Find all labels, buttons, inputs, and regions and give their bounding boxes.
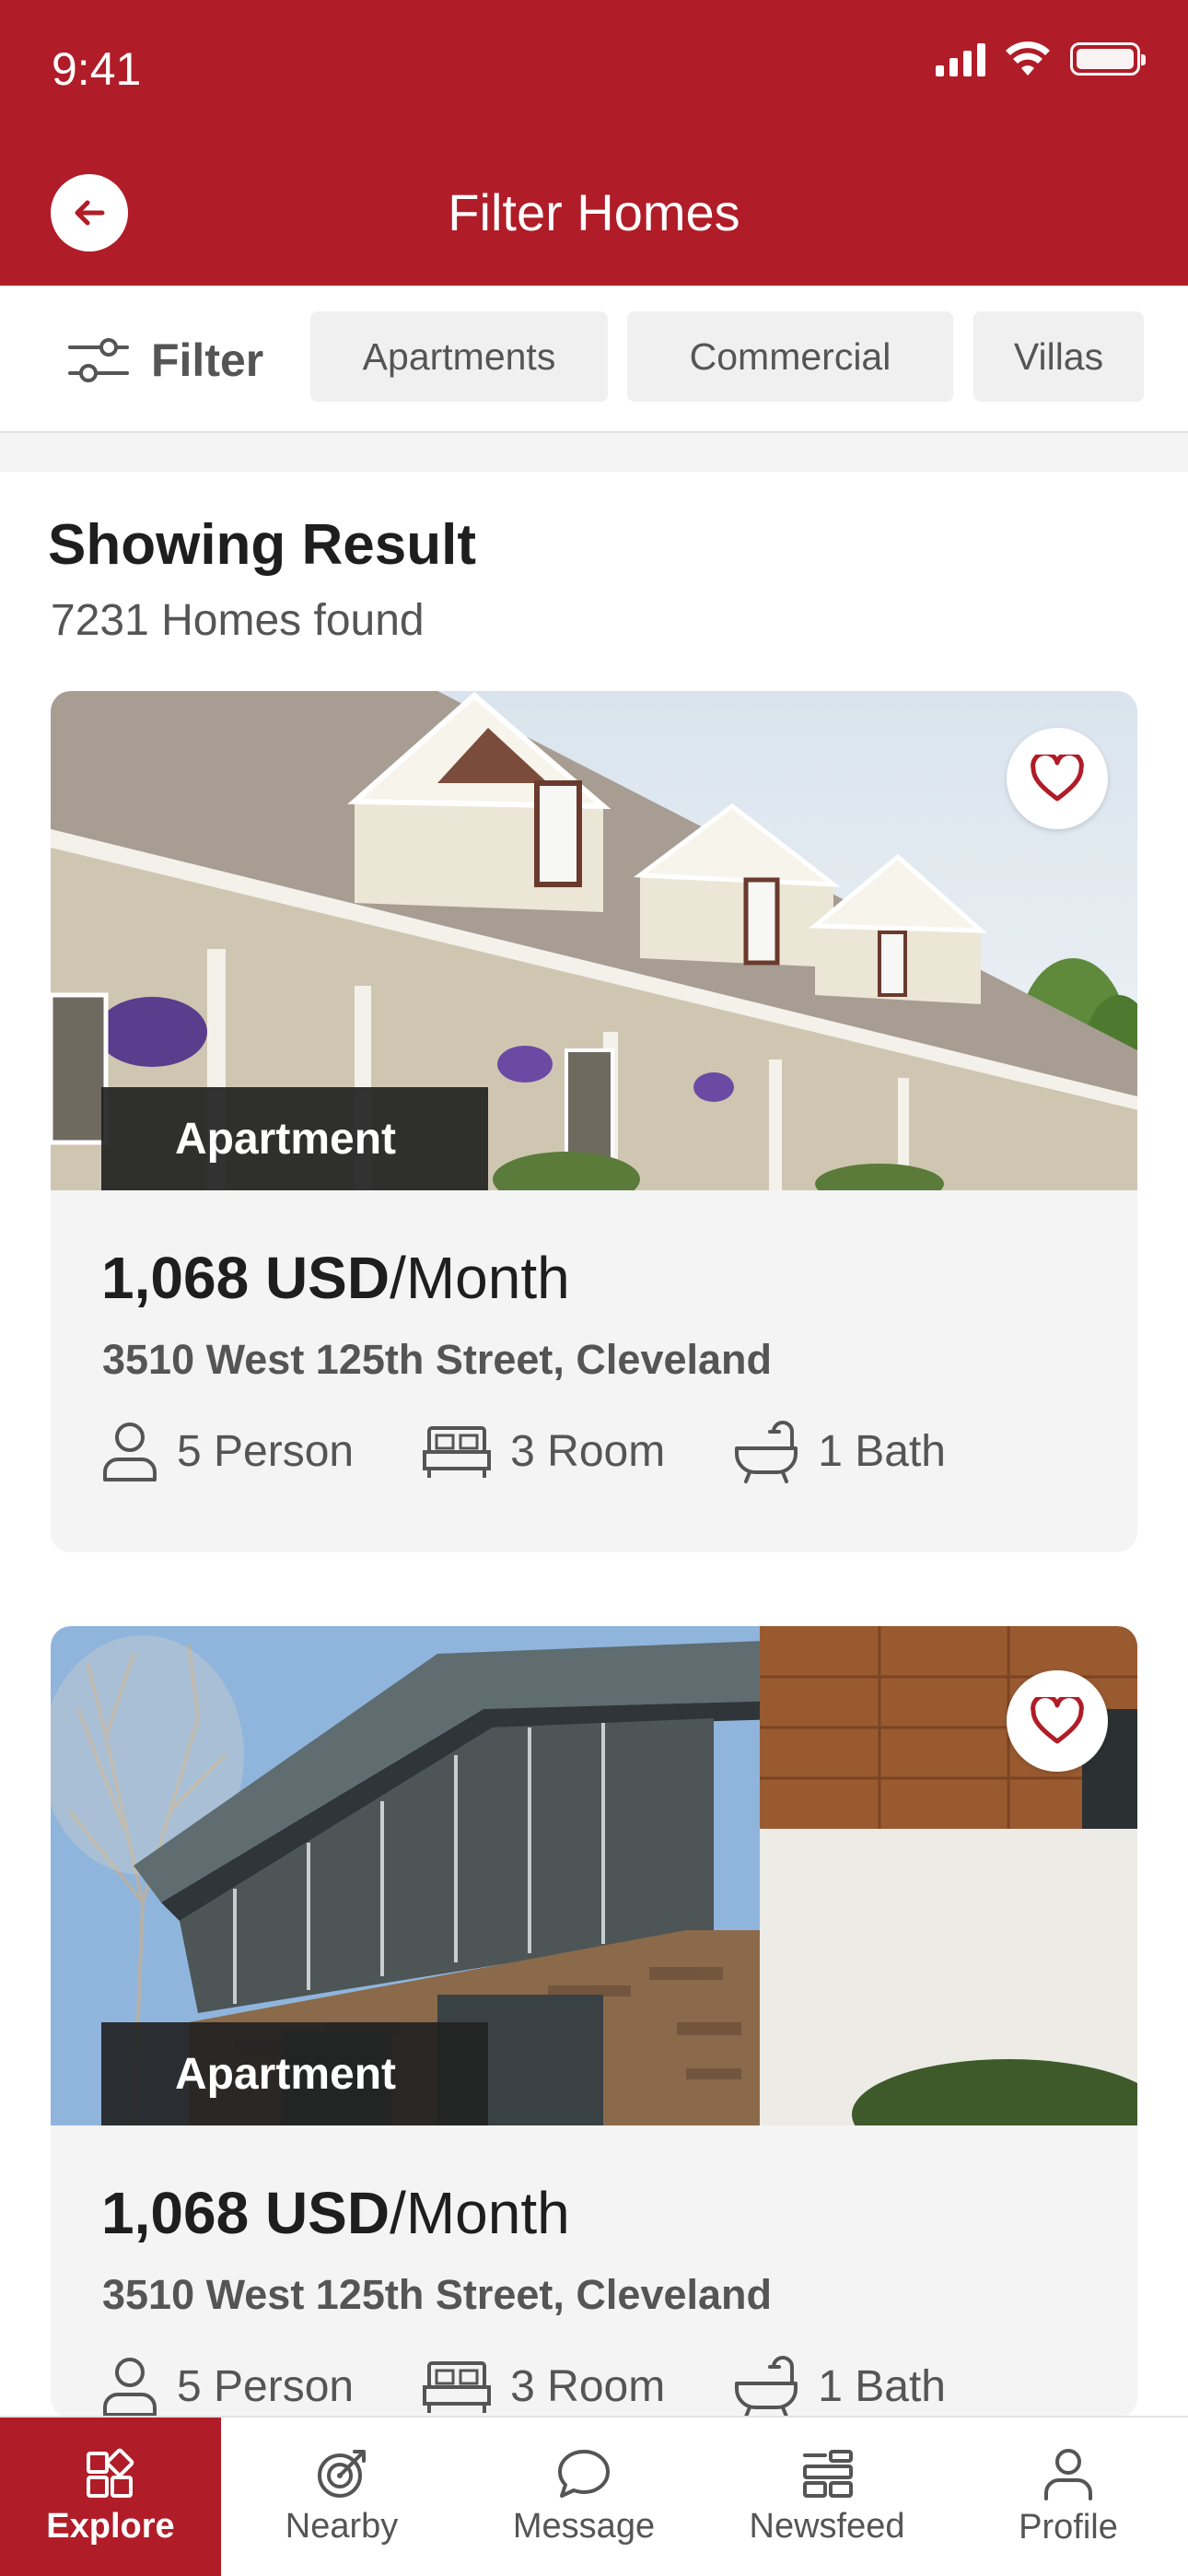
property-type-badge: Apartment [101, 2022, 488, 2125]
status-icons [936, 41, 1146, 77]
persons-label: 5 Person [177, 1426, 355, 1476]
listing-card[interactable]: Apartment 1,068 USD/Month 3510 West 125t… [51, 691, 1137, 1552]
spec-rooms: 3 Room [422, 1423, 665, 1480]
newsfeed-icon [803, 2449, 853, 2498]
nav-explore-label: Explore [46, 2506, 175, 2546]
rooms-label: 3 Room [510, 1426, 666, 1476]
nav-profile[interactable]: Profile [949, 2418, 1188, 2576]
nav-message-label: Message [512, 2506, 656, 2546]
wifi-icon [1006, 41, 1050, 76]
nav-nearby-label: Nearby [285, 2506, 399, 2546]
divider [0, 433, 1188, 472]
bathtub-icon [735, 1421, 798, 1483]
status-time: 9:41 [52, 43, 142, 95]
bed-icon [423, 1426, 492, 1478]
bottom-nav: Explore Nearby Message Newsfeed Profile [0, 2416, 1188, 2576]
spec-baths: 1 Bath [733, 1419, 946, 1483]
nav-profile-label: Profile [1019, 2507, 1118, 2547]
chat-icon [558, 2449, 610, 2498]
profile-icon [1044, 2448, 1092, 2500]
favorite-button[interactable] [1007, 1670, 1108, 1772]
signal-icon [936, 41, 985, 76]
page-title: Filter Homes [448, 183, 740, 241]
price-period: /Month [390, 2180, 570, 2246]
spec-persons: 5 Person [101, 1421, 354, 1481]
bed-icon [423, 2361, 492, 2413]
listing-photo: Apartment [51, 1626, 1137, 2125]
heart-icon [1031, 755, 1084, 802]
listing-address: 3510 West 125th Street, Cleveland [102, 2271, 773, 2318]
nav-nearby[interactable]: Nearby [221, 2418, 462, 2576]
baths-label: 1 Bath [818, 1426, 946, 1476]
results-count: 7231 Homes found [51, 596, 425, 645]
results-title: Showing Result [48, 513, 476, 577]
battery-icon [1070, 42, 1146, 76]
listing-price: 1,068 USD/Month [101, 1244, 570, 1312]
person-icon [103, 2358, 157, 2417]
property-type-badge: Apartment [101, 1087, 488, 1190]
baths-label: 1 Bath [818, 2361, 946, 2411]
price-amount: 1,068 USD [101, 2180, 390, 2246]
filter-button[interactable]: Filter [66, 334, 263, 387]
chip-villas[interactable]: Villas [973, 311, 1144, 402]
listing-photo: Apartment [51, 691, 1137, 1190]
app-header: 9:41 Filter Homes [0, 0, 1188, 286]
listing-specs: 5 Person 3 Room 1 Bath [101, 2354, 1014, 2418]
favorite-button[interactable] [1007, 728, 1108, 829]
filter-label: Filter [151, 334, 264, 386]
nav-newsfeed-label: Newsfeed [749, 2506, 905, 2546]
grid-icon [87, 2448, 134, 2498]
person-icon [103, 1423, 157, 1481]
heart-icon [1031, 1697, 1084, 1744]
rooms-label: 3 Room [510, 2361, 666, 2411]
chip-commercial[interactable]: Commercial [627, 311, 953, 402]
listing-price: 1,068 USD/Month [101, 2179, 570, 2247]
price-period: /Month [390, 1245, 570, 1311]
target-icon [318, 2449, 366, 2498]
listing-address: 3510 West 125th Street, Cleveland [102, 1336, 773, 1383]
filter-bar: Filter Apartments Commercial Villas [0, 286, 1188, 433]
nav-explore[interactable]: Explore [0, 2418, 221, 2576]
persons-label: 5 Person [177, 2361, 355, 2411]
price-amount: 1,068 USD [101, 1245, 390, 1311]
nav-newsfeed[interactable]: Newsfeed [705, 2418, 949, 2576]
bathtub-icon [735, 2356, 798, 2418]
nav-message[interactable]: Message [462, 2418, 705, 2576]
sliders-icon [68, 338, 129, 382]
spec-rooms: 3 Room [422, 2358, 665, 2415]
listing-card[interactable]: Apartment 1,068 USD/Month 3510 West 125t… [51, 1626, 1137, 2418]
spec-persons: 5 Person [101, 2356, 354, 2417]
chip-apartments[interactable]: Apartments [310, 311, 608, 402]
listing-specs: 5 Person 3 Room 1 Bath [101, 1419, 1014, 1483]
spec-baths: 1 Bath [733, 2354, 946, 2418]
